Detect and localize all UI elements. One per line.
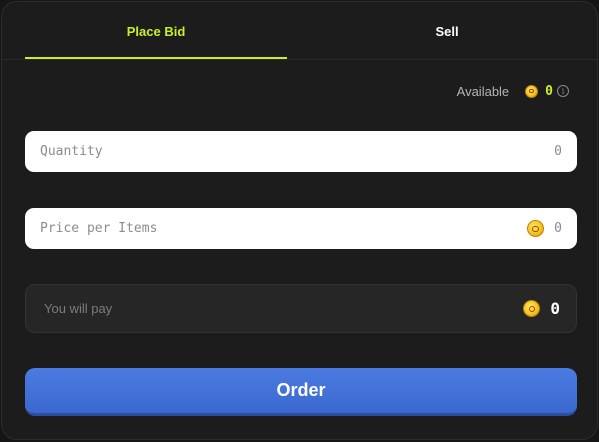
quantity-input[interactable] — [40, 144, 543, 159]
bid-panel: Place Bid Sell Available 0 i 0 0 You wil… — [1, 1, 598, 440]
coin-icon — [525, 84, 539, 98]
tab-bar: Place Bid Sell — [2, 2, 597, 60]
quantity-field: 0 — [25, 131, 577, 172]
available-balance: Available 0 i — [457, 82, 569, 100]
coin-icon — [527, 220, 545, 237]
tab-sell[interactable]: Sell — [316, 2, 578, 60]
total-pay-box: You will pay 0 — [25, 284, 577, 333]
info-icon[interactable]: i — [557, 85, 569, 97]
order-button[interactable]: Order — [25, 368, 577, 416]
price-field: 0 — [25, 208, 577, 249]
available-value: 0 — [545, 83, 553, 99]
available-label: Available — [456, 83, 510, 99]
pay-label: You will pay — [44, 301, 113, 316]
active-tab-indicator — [25, 57, 287, 59]
pay-value: 0 — [550, 299, 560, 318]
price-value: 0 — [554, 221, 562, 236]
coin-icon — [523, 300, 541, 317]
quantity-value: 0 — [554, 144, 562, 159]
tab-place-bid[interactable]: Place Bid — [25, 2, 287, 60]
price-input[interactable] — [40, 221, 528, 236]
